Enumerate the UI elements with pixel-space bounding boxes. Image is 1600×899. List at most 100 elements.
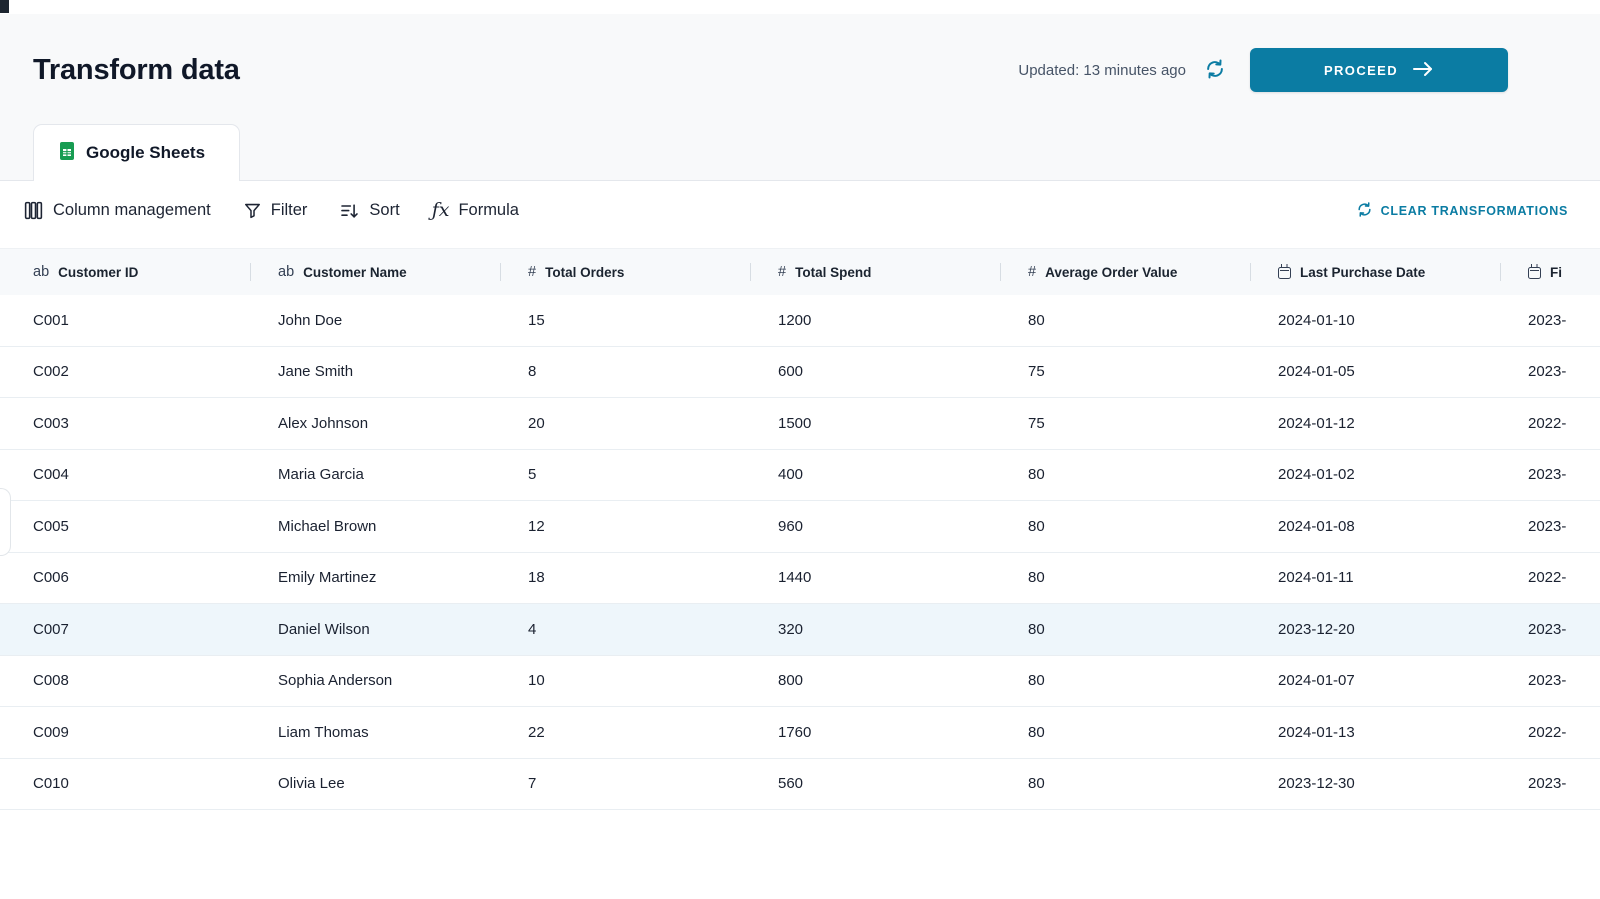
column-header-label: Customer ID xyxy=(58,264,139,280)
table-row[interactable]: C009 Liam Thomas 22 1760 80 2024-01-13 2022- xyxy=(0,707,1600,759)
calendar-icon xyxy=(1278,264,1291,279)
tool-label: Formula xyxy=(458,201,519,219)
table-cell: C007 xyxy=(33,620,69,638)
column-header[interactable]: # Average Order Value xyxy=(1000,249,1250,295)
refresh-icon xyxy=(1356,201,1373,221)
columns-icon xyxy=(23,200,44,221)
table-cell: 80 xyxy=(1028,311,1045,329)
sort-button[interactable]: Sort xyxy=(339,201,400,221)
table-cell: 75 xyxy=(1028,414,1045,432)
table-cell: Alex Johnson xyxy=(278,414,369,432)
column-header-label: Customer Name xyxy=(303,264,407,280)
table-cell: C010 xyxy=(33,775,69,793)
proceed-button-label: PROCEED xyxy=(1323,62,1399,78)
column-header[interactable]: # Total Orders xyxy=(500,249,750,295)
header-actions: Updated: 13 minutes ago PROCEED xyxy=(1018,48,1508,92)
column-header[interactable]: ab Customer Name xyxy=(250,249,500,295)
table-cell: C005 xyxy=(33,517,69,535)
table-row[interactable]: C005 Michael Brown 12 960 80 2024-01-08 2023- xyxy=(0,501,1600,553)
column-header[interactable]: Fi xyxy=(1500,249,1600,295)
table-cell: Daniel Wilson xyxy=(278,620,370,638)
column-header-label: Fi xyxy=(1550,264,1562,280)
arrow-right-icon xyxy=(1412,61,1434,80)
column-header-label: Average Order Value xyxy=(1045,264,1178,280)
table-cell: 18 xyxy=(528,569,545,587)
proceed-button[interactable]: PROCEED xyxy=(1250,48,1508,92)
table-row[interactable]: C003 Alex Johnson 20 1500 75 2024-01-12 2022- xyxy=(0,398,1600,450)
sort-icon xyxy=(339,201,360,221)
side-panel-handle[interactable] xyxy=(0,488,11,556)
column-header-label: Last Purchase Date xyxy=(1300,264,1426,280)
tool-label: Sort xyxy=(369,201,400,219)
table-cell: 80 xyxy=(1028,466,1045,484)
table-cell: 10 xyxy=(528,672,545,690)
table-cell: 2023- xyxy=(1528,363,1567,381)
column-header[interactable]: ab Customer ID xyxy=(0,249,250,295)
table-row[interactable]: C006 Emily Martinez 18 1440 80 2024-01-11 2022… xyxy=(0,552,1600,604)
table-cell: 400 xyxy=(778,466,804,484)
table-cell: Jane Smith xyxy=(278,363,354,381)
table-cell: Sophia Anderson xyxy=(278,672,393,690)
table-cell: 22 xyxy=(528,723,545,741)
table-header-row: ab Customer ID ab Customer Name # Total Order… xyxy=(0,248,1600,295)
table-cell: Michael Brown xyxy=(278,517,377,535)
column-header[interactable]: Last Purchase Date xyxy=(1250,249,1500,295)
filter-icon xyxy=(243,201,262,220)
number-type-icon: # xyxy=(778,263,787,280)
table-cell: 15 xyxy=(528,311,545,329)
header-row: Transform data Updated: 13 minutes ago P xyxy=(0,14,1600,92)
table-row[interactable]: C004 Maria Garcia 5 400 80 2024-01-02 2023- xyxy=(0,449,1600,501)
refresh-icon xyxy=(1204,58,1226,83)
number-type-icon: # xyxy=(528,263,537,280)
table-cell: 80 xyxy=(1028,569,1045,587)
page-header-section: Transform data Updated: 13 minutes ago P xyxy=(0,14,1600,181)
table-cell: 960 xyxy=(778,517,804,535)
formula-button[interactable]: ƒx Formula xyxy=(432,201,519,220)
table-cell: 2023- xyxy=(1528,517,1567,535)
source-tab-bar: Google Sheets xyxy=(0,124,1600,181)
text-type-icon: ab xyxy=(278,263,295,280)
table-cell: 560 xyxy=(778,775,804,793)
table-cell: C002 xyxy=(33,363,69,381)
table-cell: 1200 xyxy=(778,311,812,329)
table-cell: C003 xyxy=(33,414,69,432)
table-row[interactable]: C008 Sophia Anderson 10 800 80 2024-01-07 2023… xyxy=(0,655,1600,707)
table-cell: 600 xyxy=(778,363,804,381)
table-cell: 1760 xyxy=(778,723,812,741)
table-row[interactable]: C002 Jane Smith 8 600 75 2024-01-05 2023- xyxy=(0,346,1600,398)
table-cell: 80 xyxy=(1028,672,1045,690)
table-cell: 2024-01-05 xyxy=(1278,363,1355,381)
tab-label: Google Sheets xyxy=(86,143,206,162)
table-cell: 75 xyxy=(1028,363,1045,381)
column-header[interactable]: # Total Spend xyxy=(750,249,1000,295)
table-cell: 2023- xyxy=(1528,311,1567,329)
table-row[interactable]: C010 Olivia Lee 7 560 80 2023-12-30 2023- xyxy=(0,758,1600,810)
table-cell: 2024-01-07 xyxy=(1278,672,1355,690)
table-cell: C008 xyxy=(33,672,69,690)
refresh-button[interactable] xyxy=(1204,58,1226,83)
table-row[interactable]: C007 Daniel Wilson 4 320 80 2023-12-20 2023- xyxy=(0,604,1600,656)
updated-timestamp: Updated: 13 minutes ago xyxy=(1018,61,1186,79)
table-cell: 2023- xyxy=(1528,620,1567,638)
table-cell: Olivia Lee xyxy=(278,775,345,793)
table-cell: 2024-01-13 xyxy=(1278,723,1355,741)
table-cell: 2023- xyxy=(1528,775,1567,793)
table-cell: 80 xyxy=(1028,620,1045,638)
table-cell: Liam Thomas xyxy=(278,723,369,741)
table-cell: John Doe xyxy=(278,311,343,329)
column-management-button[interactable]: Column management xyxy=(23,200,211,221)
table-cell: 20 xyxy=(528,414,545,432)
table-cell: Maria Garcia xyxy=(278,466,364,484)
table-cell: 2022- xyxy=(1528,569,1567,587)
table-cell: C004 xyxy=(33,466,69,484)
table-cell: Emily Martinez xyxy=(278,569,377,587)
window-corner-fragment xyxy=(0,0,9,13)
filter-button[interactable]: Filter xyxy=(243,201,307,220)
table-row[interactable]: C001 John Doe 15 1200 80 2024-01-10 2023- xyxy=(0,295,1600,347)
tab-google-sheets[interactable]: Google Sheets xyxy=(33,124,240,181)
transformations-toolbar: Column management Filter Sort ƒx Formula… xyxy=(0,181,1600,240)
clear-transformations-button[interactable]: CLEAR TRANSFORMATIONS xyxy=(1356,201,1568,221)
table-cell: 2024-01-10 xyxy=(1278,311,1355,329)
google-sheets-icon xyxy=(59,141,75,166)
calendar-icon xyxy=(1528,264,1541,279)
